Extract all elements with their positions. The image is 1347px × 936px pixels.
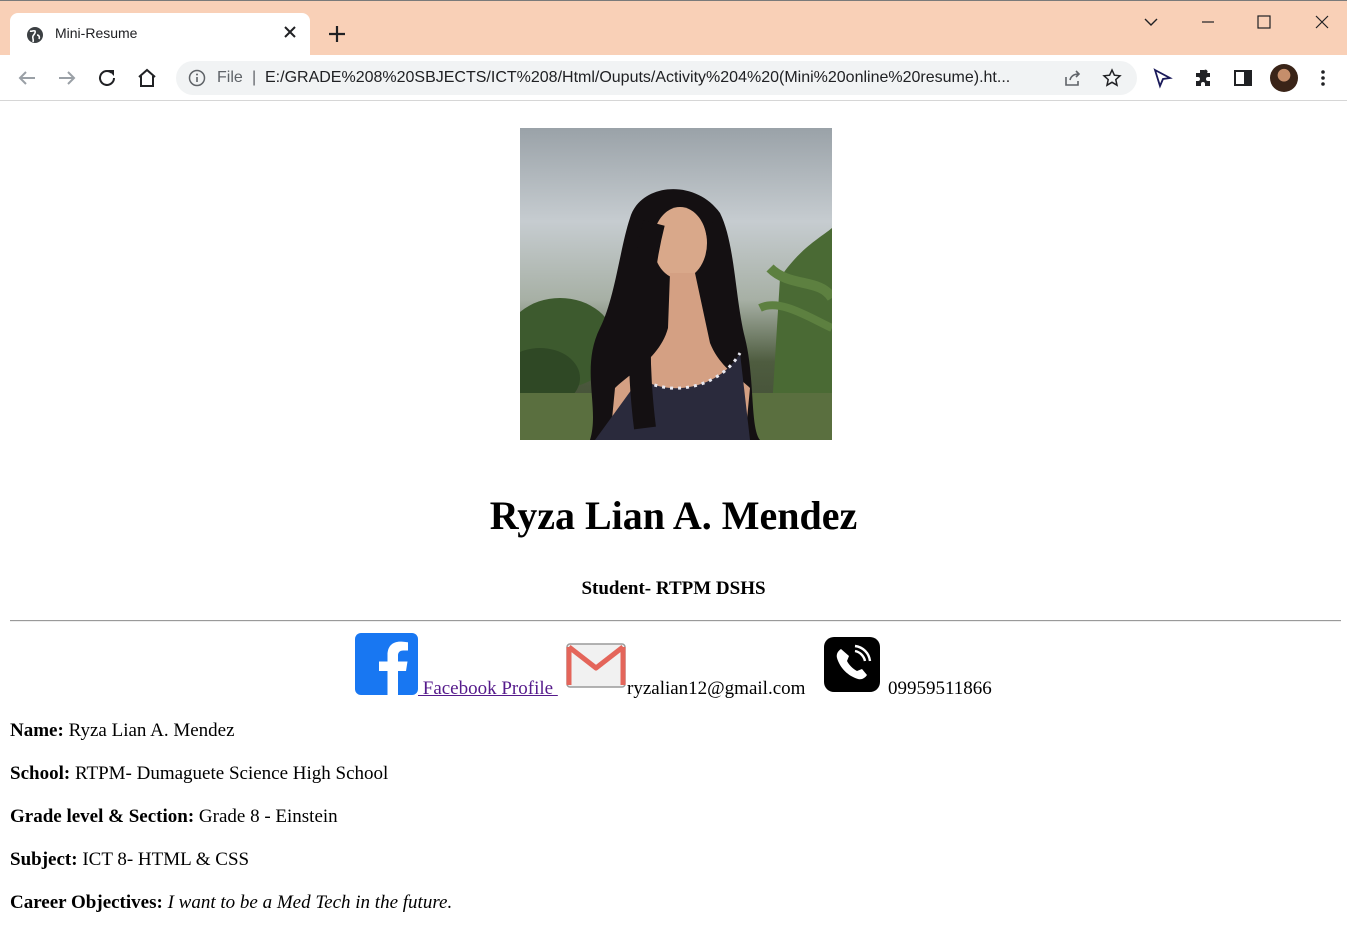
profile-avatar[interactable] <box>1270 64 1298 92</box>
profile-photo-graphic <box>520 189 832 440</box>
tab-title: Mini-Resume <box>55 25 138 41</box>
url-separator: | <box>252 69 257 86</box>
url-scheme-label: File <box>217 69 243 86</box>
contact-row: Facebook Profile ryzalian12@gmail.com 09… <box>0 633 1347 703</box>
browser-tab-bar: Mini-Resume <box>0 0 1347 56</box>
detail-name: Name: Ryza Lian A. Mendez <box>10 720 235 742</box>
email-text: ryzalian12@gmail.com <box>627 678 806 699</box>
chevron-down-icon[interactable] <box>1140 11 1162 33</box>
new-tab-icon[interactable] <box>326 23 348 45</box>
facebook-profile-link[interactable]: Facebook Profile <box>418 678 558 700</box>
forward-icon[interactable] <box>55 66 79 90</box>
phone-number-text: 09959511866 <box>888 678 992 699</box>
detail-label: Name: <box>10 720 64 741</box>
detail-subject: Subject: ICT 8- HTML & CSS <box>10 849 249 871</box>
browser-tab[interactable]: Mini-Resume <box>10 13 310 56</box>
more-menu-icon[interactable] <box>1311 66 1335 90</box>
detail-career-objectives: Career Objectives: I want to be a Med Te… <box>10 892 452 914</box>
reload-icon[interactable] <box>95 66 119 90</box>
browser-toolbar: File | E:/GRADE%208%20SBJECTS/ICT%208/Ht… <box>0 55 1347 101</box>
detail-value: I want to be a Med Tech in the future. <box>162 892 453 913</box>
extensions-icon[interactable] <box>1191 66 1215 90</box>
share-icon[interactable] <box>1063 68 1083 88</box>
info-icon[interactable] <box>188 69 206 87</box>
resume-name-heading: Ryza Lian A. Mendez <box>489 493 858 538</box>
detail-grade-section: Grade level & Section: Grade 8 - Einstei… <box>10 806 338 828</box>
globe-icon <box>27 27 43 43</box>
mail-icon[interactable] <box>566 643 626 688</box>
back-icon[interactable] <box>15 66 39 90</box>
phone-icon[interactable] <box>824 637 880 692</box>
close-icon[interactable] <box>282 24 298 40</box>
profile-photo <box>520 128 832 440</box>
detail-value: Grade 8 - Einstein <box>194 806 338 827</box>
detail-value: ICT 8- HTML & CSS <box>77 849 250 870</box>
detail-label: Grade level & Section: <box>10 806 195 827</box>
detail-label: Career Objectives: <box>10 892 163 913</box>
maximize-icon[interactable] <box>1253 11 1275 33</box>
page-content: Ryza Lian A. Mendez Student- RTPM DSHS F… <box>0 101 1347 936</box>
resume-subtitle: Student- RTPM DSHS <box>581 578 766 599</box>
address-bar[interactable]: File | E:/GRADE%208%20SBJECTS/ICT%208/Ht… <box>176 61 1137 95</box>
detail-value: Ryza Lian A. Mendez <box>63 720 235 741</box>
star-icon[interactable] <box>1102 68 1122 88</box>
facebook-icon[interactable] <box>355 633 418 695</box>
side-panel-icon[interactable] <box>1231 66 1255 90</box>
horizontal-divider <box>10 620 1341 622</box>
detail-school: School: RTPM- Dumaguete Science High Sch… <box>10 763 388 785</box>
detail-value: RTPM- Dumaguete Science High School <box>70 763 389 784</box>
detail-label: School: <box>10 763 71 784</box>
url-text[interactable]: E:/GRADE%208%20SBJECTS/ICT%208/Html/Oupu… <box>265 69 1055 87</box>
home-icon[interactable] <box>135 66 159 90</box>
detail-label: Subject: <box>10 849 78 870</box>
minimize-icon[interactable] <box>1197 11 1219 33</box>
send-icon[interactable] <box>1150 66 1174 90</box>
window-close-icon[interactable] <box>1311 11 1333 33</box>
